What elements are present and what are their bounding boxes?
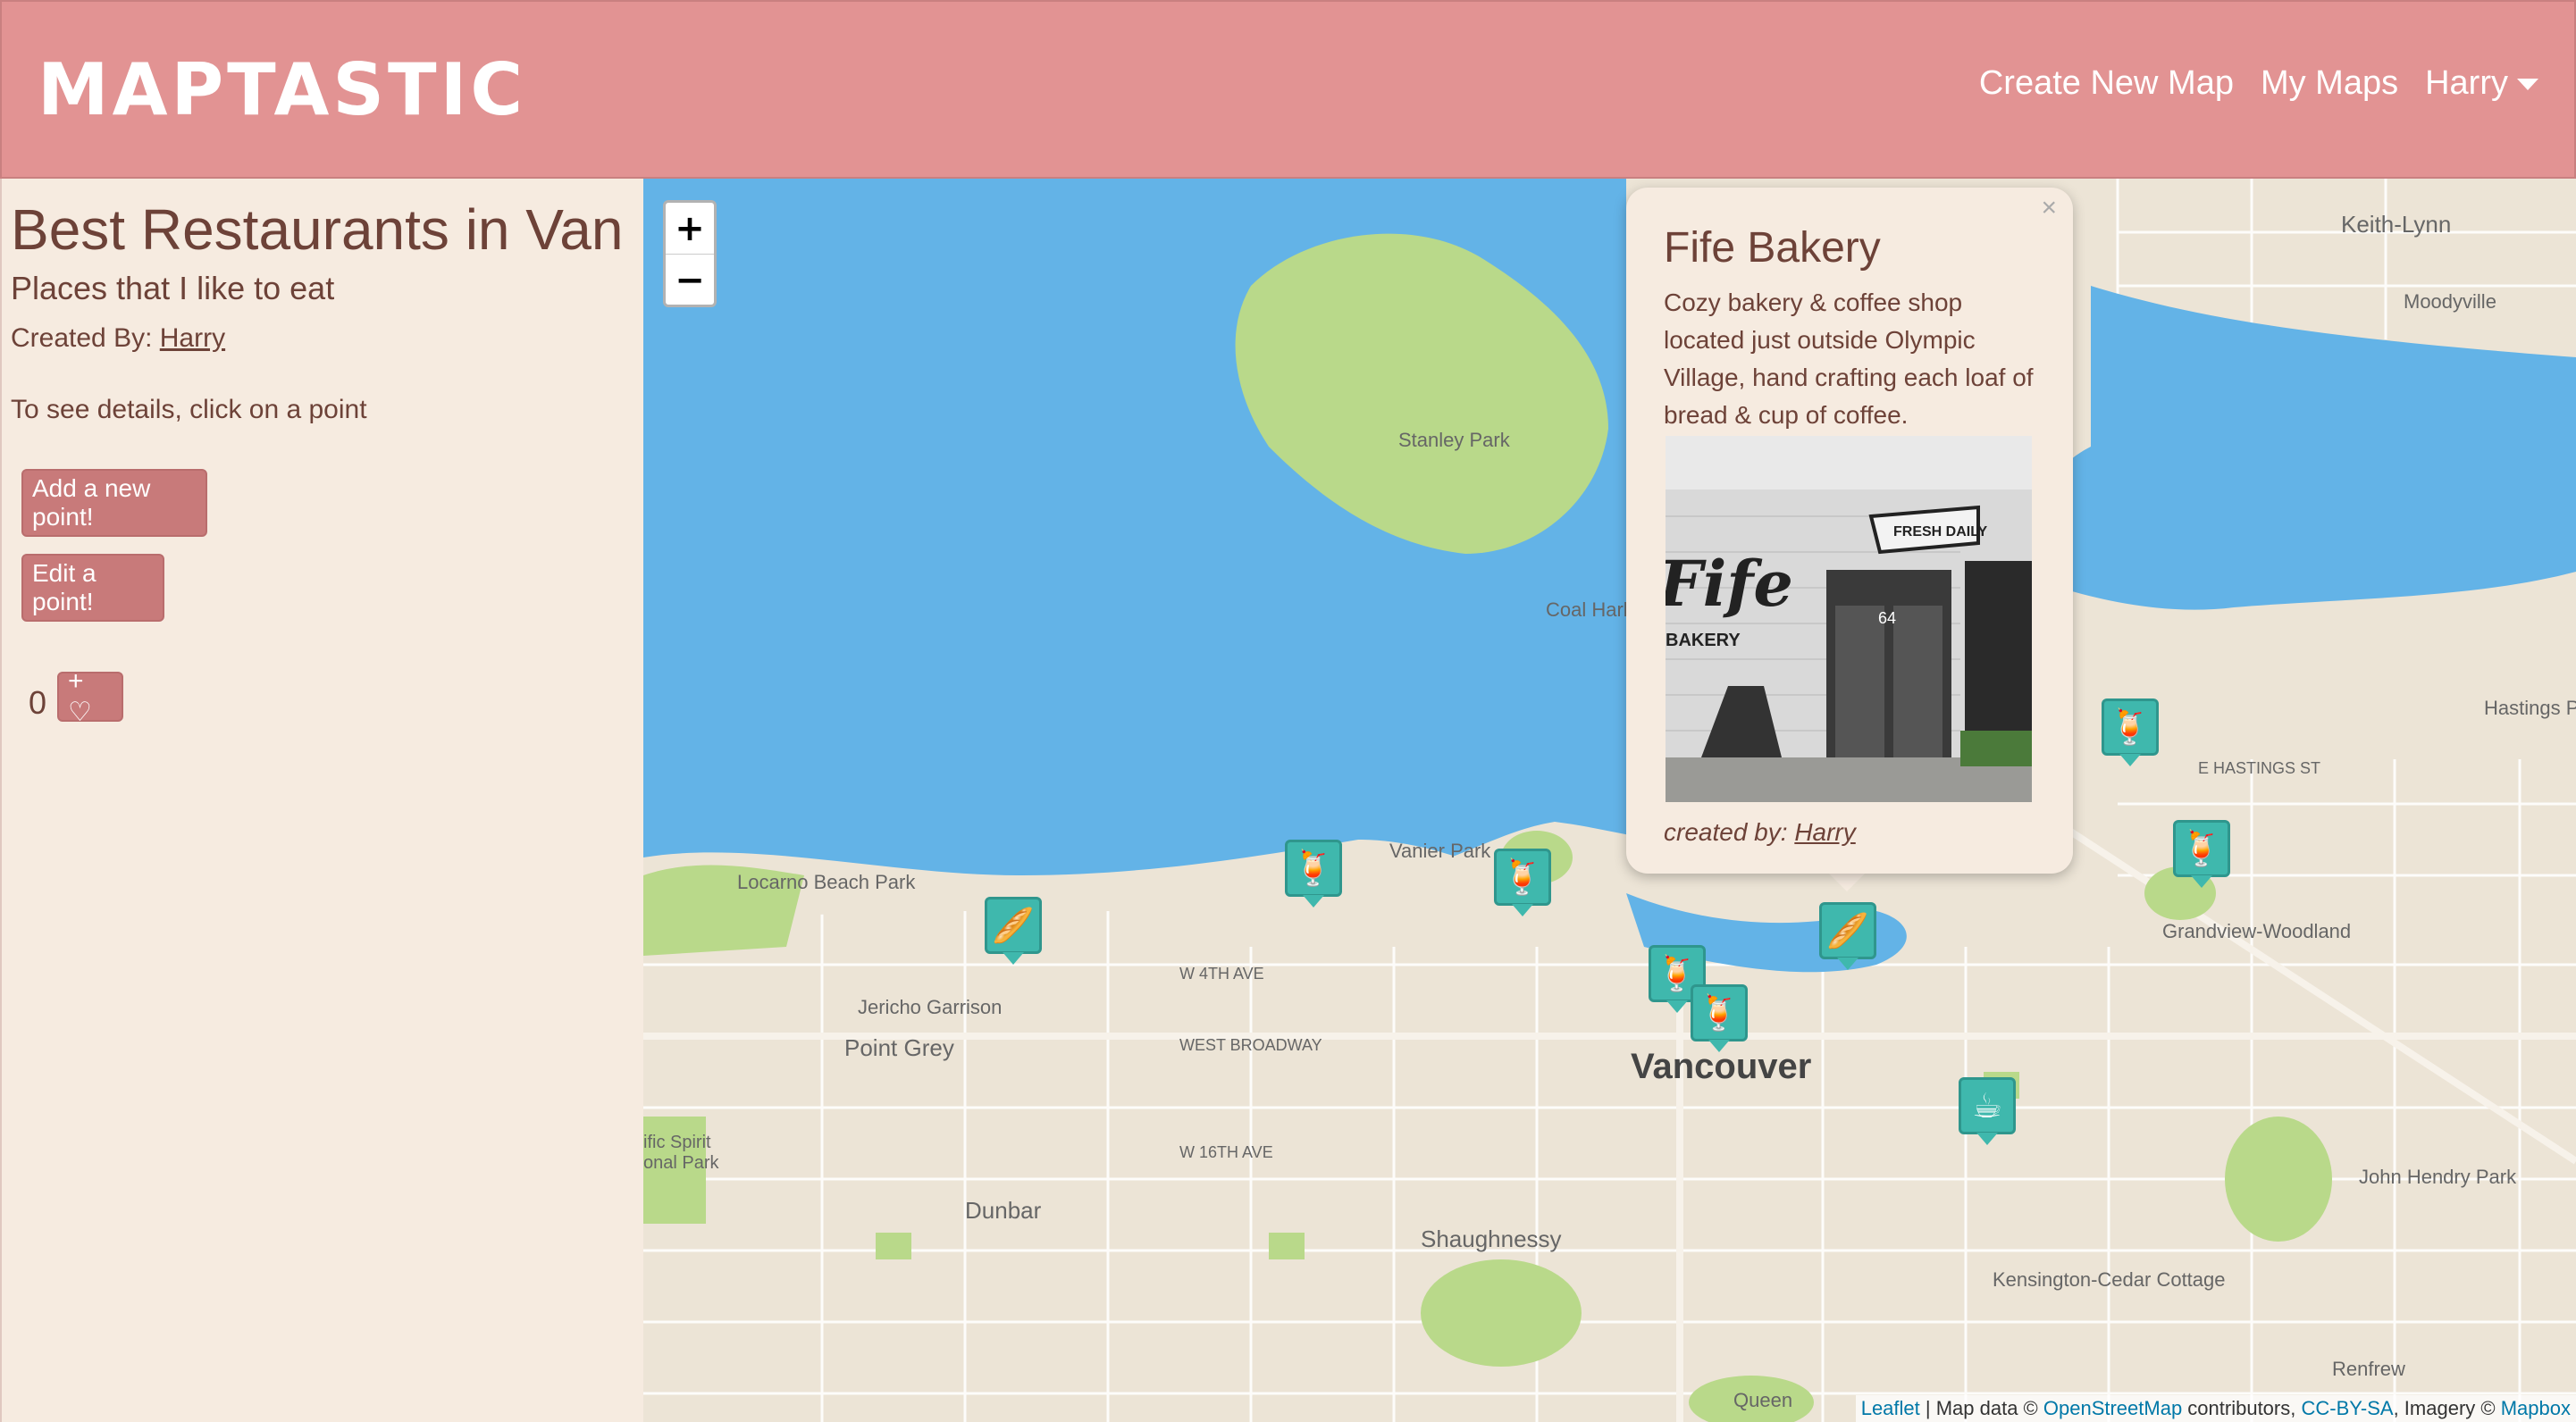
map-marker-selected[interactable]: 🥖 bbox=[1819, 902, 1876, 972]
zoom-in-button[interactable]: + bbox=[666, 203, 714, 255]
fast-food-icon: 🍹 bbox=[1691, 984, 1748, 1041]
zoom-control: + − bbox=[663, 200, 717, 307]
attribution-imagery: , Imagery © bbox=[2393, 1397, 2501, 1419]
attribution-contributors: contributors, bbox=[2182, 1397, 2302, 1419]
popup-author-link[interactable]: Harry bbox=[1794, 818, 1855, 846]
bread-icon: 🥖 bbox=[1819, 902, 1876, 959]
map-marker[interactable]: 🍹 bbox=[1494, 849, 1551, 918]
map-label-shaughnessy: Shaughnessy bbox=[1421, 1225, 1562, 1252]
map-label-kensington: Kensington-Cedar Cottage bbox=[1993, 1268, 2226, 1291]
mapbox-link[interactable]: Mapbox bbox=[2501, 1397, 2571, 1419]
creator-link[interactable]: Harry bbox=[160, 323, 225, 353]
bread-icon: 🥖 bbox=[985, 897, 1042, 954]
zoom-out-button[interactable]: − bbox=[666, 255, 714, 305]
photo-door-number: 64 bbox=[1878, 609, 1896, 627]
add-point-button[interactable]: Add a new point! bbox=[21, 469, 207, 537]
created-by-label: Created By: bbox=[11, 323, 153, 353]
map-label-spirit: ific Spirit onal Park bbox=[643, 1133, 719, 1173]
brand-logo[interactable]: MAPTASTIC bbox=[38, 48, 526, 131]
map-label-west-broadway: WEST BROADWAY bbox=[1179, 1036, 1322, 1054]
map-label-john-hendry: John Hendry Park bbox=[2359, 1166, 2517, 1188]
map-label-keith-lynn: Keith-Lynn bbox=[2341, 211, 2452, 238]
photo-sign-fresh: FRESH DAILY bbox=[1893, 524, 1988, 540]
like-count: 0 bbox=[29, 684, 47, 721]
my-maps-link[interactable]: My Maps bbox=[2261, 64, 2398, 103]
map-title: Best Restaurants in Van bbox=[11, 197, 624, 262]
popup-description: Cozy bakery & coffee shop located just o… bbox=[1664, 289, 2034, 429]
created-by: Created By: Harry bbox=[11, 323, 225, 354]
map-marker[interactable]: 🍹 bbox=[2173, 820, 2230, 890]
map-label-locarno: Locarno Beach Park bbox=[737, 871, 916, 893]
map-details-sidebar: Best Restaurants in Van Places that I li… bbox=[0, 179, 643, 1422]
popup-author-label: created by: bbox=[1664, 818, 1788, 846]
map-label-vanier-park: Vanier Park bbox=[1389, 840, 1491, 862]
point-photo: 64 FRESH DAILY Fife BAKERY bbox=[1666, 436, 2032, 802]
map-label-hastings-park: Hastings Park bbox=[2484, 697, 2576, 719]
map-label-dunbar: Dunbar bbox=[965, 1197, 1042, 1224]
map-tiles bbox=[643, 179, 2576, 1422]
fast-food-icon: 🍹 bbox=[1494, 849, 1551, 906]
map-label-point-grey: Point Grey bbox=[844, 1034, 954, 1061]
leaflet-link[interactable]: Leaflet bbox=[1861, 1397, 1920, 1419]
map-label-queen: Queen bbox=[1733, 1389, 1793, 1411]
map-label-jericho: Jericho Garrison bbox=[858, 996, 1003, 1018]
map-marker[interactable]: 🍹 bbox=[1691, 984, 1748, 1054]
map-label-grandview: Grandview-Woodland bbox=[2162, 920, 2352, 942]
fast-food-icon: 🍹 bbox=[2102, 698, 2159, 756]
map-marker[interactable]: 🥖 bbox=[985, 897, 1042, 966]
map-canvas[interactable]: + − Stanley Park Coal Harbour Vanier Par… bbox=[643, 179, 2576, 1422]
map-label-w-16th: W 16TH AVE bbox=[1179, 1143, 1273, 1161]
create-new-map-link[interactable]: Create New Map bbox=[1979, 64, 2234, 103]
edit-point-button[interactable]: Edit a point! bbox=[21, 554, 164, 622]
like-button[interactable]: + ♡ bbox=[57, 666, 123, 727]
map-label-renfrew: Renfrew bbox=[2332, 1358, 2405, 1380]
fast-food-icon: 🍹 bbox=[2173, 820, 2230, 877]
caret-down-icon bbox=[2517, 79, 2538, 91]
popup-title: Fife Bakery bbox=[1664, 224, 1881, 272]
osm-link[interactable]: OpenStreetMap bbox=[2043, 1397, 2182, 1419]
fast-food-icon: 🍹 bbox=[1285, 840, 1342, 897]
map-description: Places that I like to eat bbox=[11, 270, 335, 306]
map-marker[interactable]: 🍹 bbox=[1285, 840, 1342, 909]
map-label-e-hastings: E HASTINGS ST bbox=[2198, 759, 2321, 777]
map-label-moodyville: Moodyville bbox=[2404, 290, 2496, 313]
coffee-icon: ☕ bbox=[1959, 1077, 2016, 1134]
map-marker[interactable]: ☕ bbox=[1959, 1077, 2016, 1147]
top-navbar: MAPTASTIC Create New Map My Maps Harry bbox=[0, 0, 2576, 179]
map-label-w-4th: W 4TH AVE bbox=[1179, 965, 1264, 983]
nav-links: Create New Map My Maps Harry bbox=[1979, 64, 2538, 103]
user-menu-dropdown[interactable]: Harry bbox=[2425, 64, 2538, 103]
photo-bakery-text: BAKERY bbox=[1666, 631, 1741, 650]
attribution-map-data: | Map data © bbox=[1919, 1397, 2043, 1419]
map-marker[interactable]: 🍹 bbox=[2102, 698, 2159, 768]
user-menu-label: Harry bbox=[2425, 64, 2508, 102]
map-attribution: Leaflet | Map data © OpenStreetMap contr… bbox=[1855, 1395, 2576, 1422]
point-popup: × Fife Bakery Cozy bakery & coffee shop … bbox=[1626, 188, 2073, 874]
photo-sign-name: Fife bbox=[1666, 547, 1793, 621]
map-label-stanley-park: Stanley Park bbox=[1398, 429, 1510, 451]
popup-tip bbox=[1827, 872, 1867, 891]
close-icon[interactable]: × bbox=[2041, 193, 2057, 223]
popup-author: created by: Harry bbox=[1664, 818, 1856, 847]
details-hint: To see details, click on a point bbox=[11, 395, 367, 424]
license-link[interactable]: CC-BY-SA bbox=[2301, 1397, 2393, 1419]
